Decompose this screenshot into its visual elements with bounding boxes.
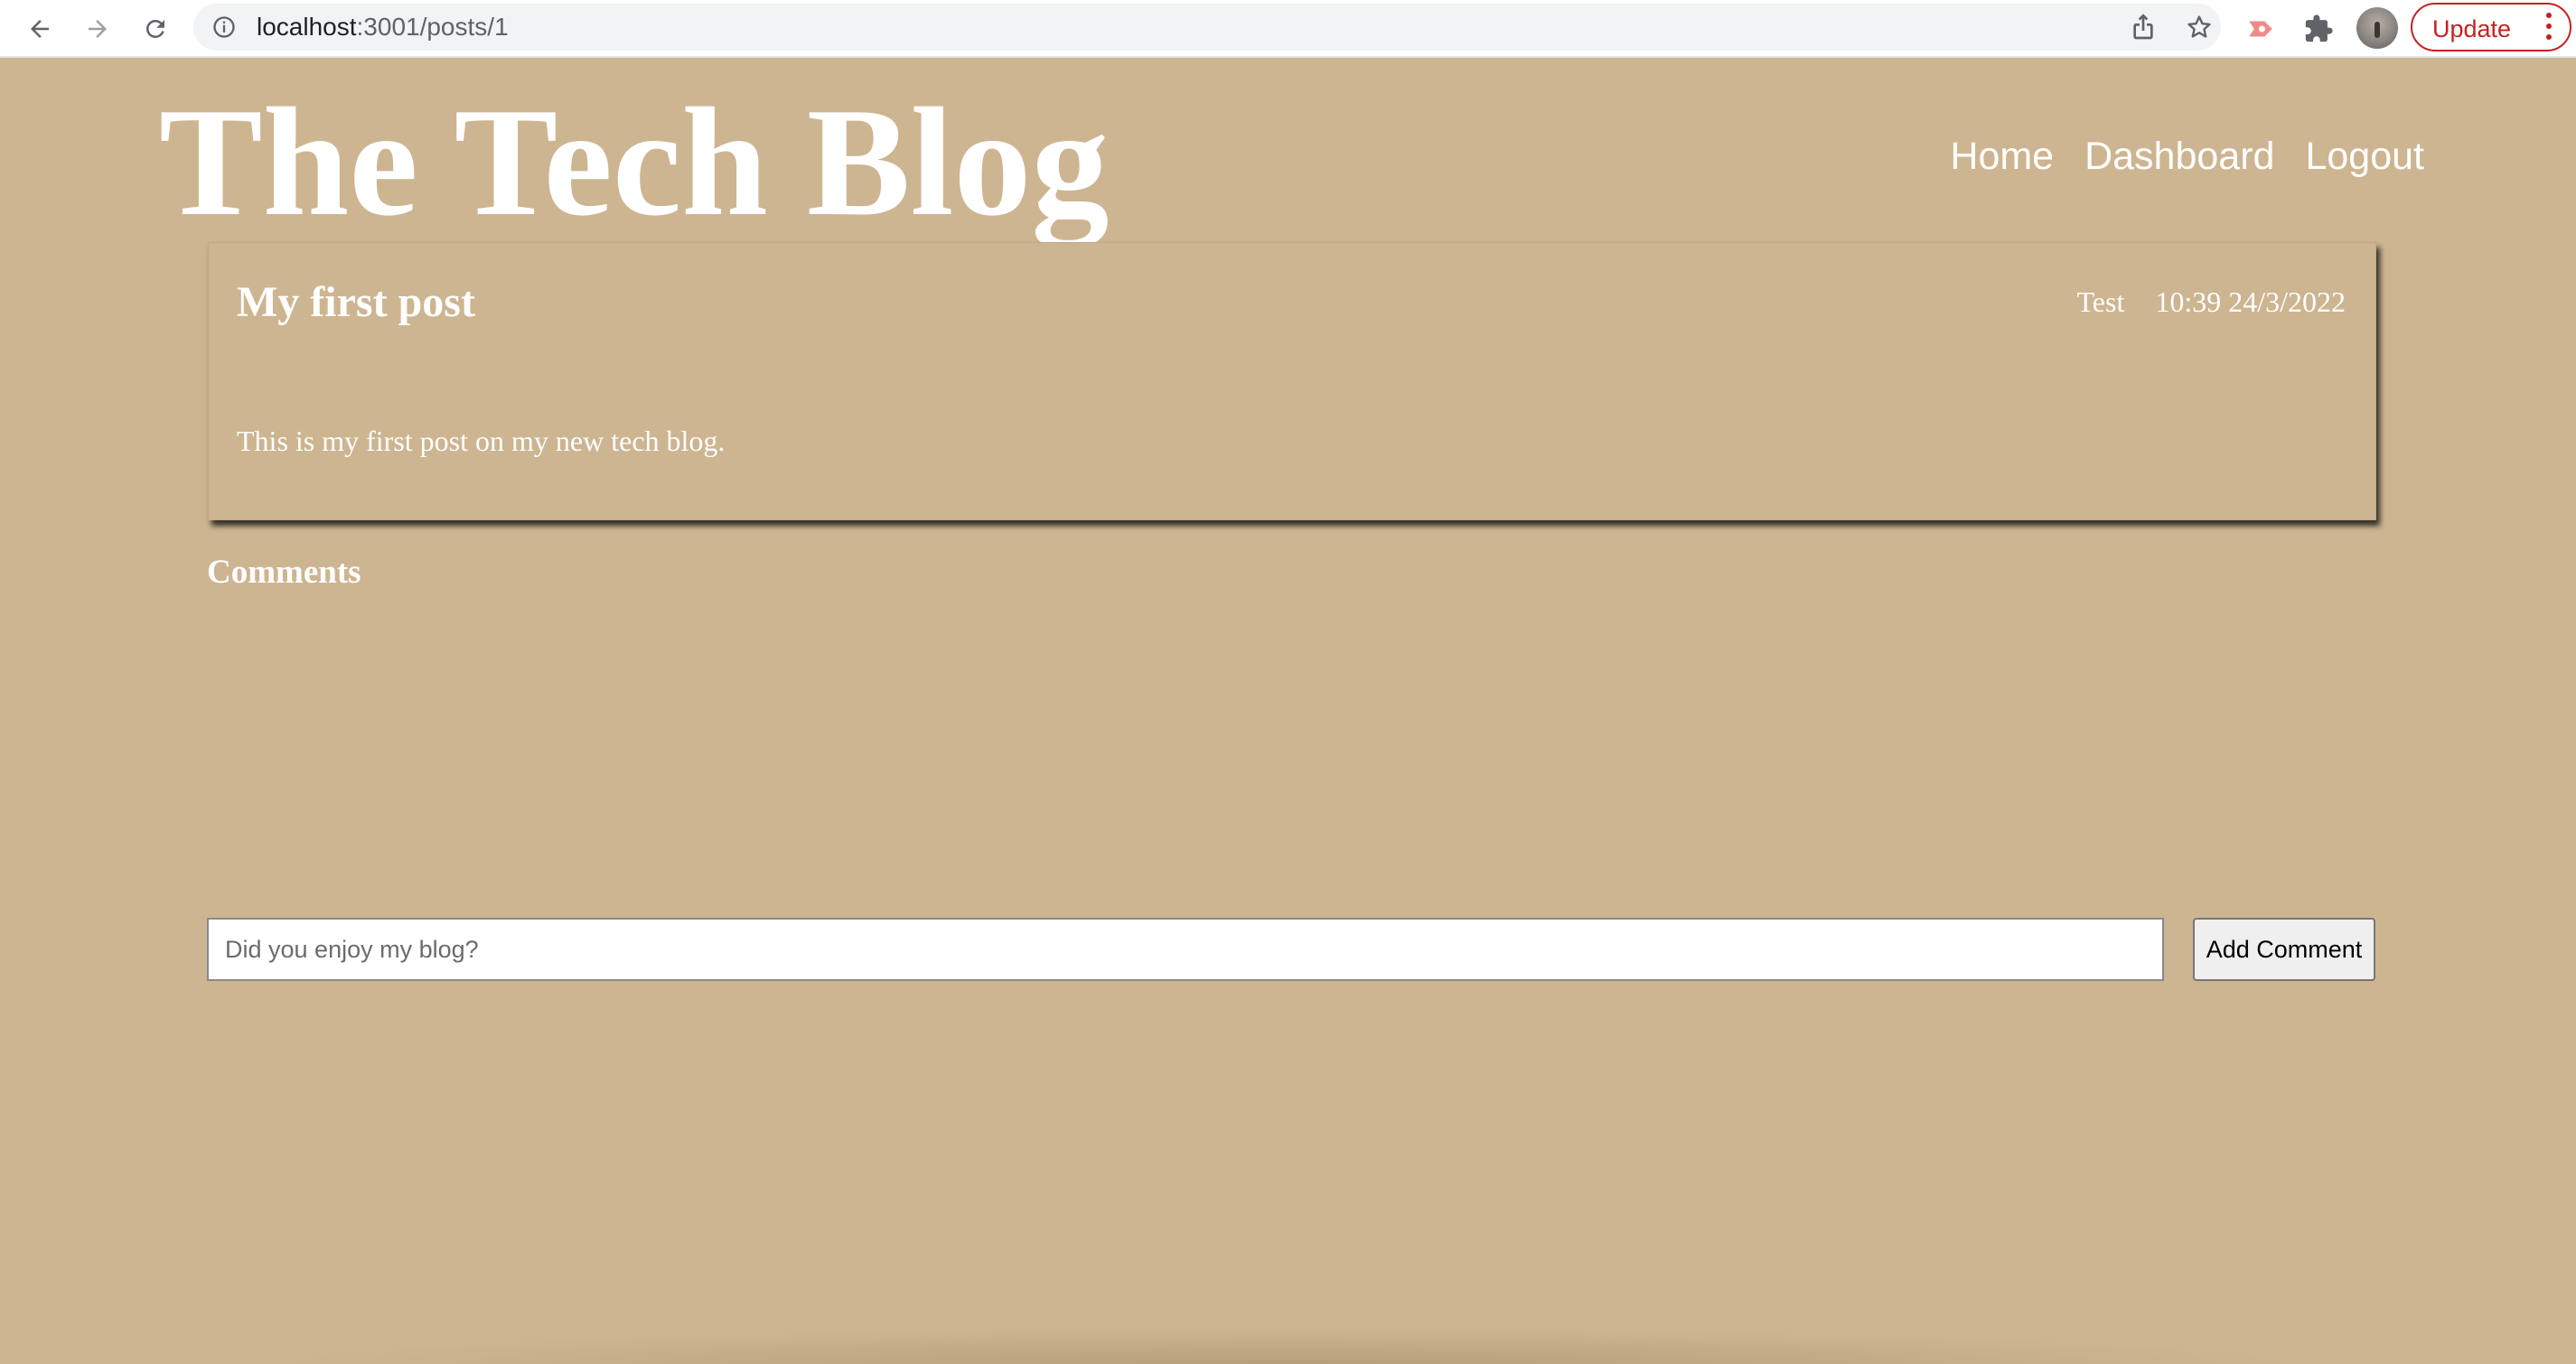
post-body: This is my first post on my new tech blo…	[237, 425, 726, 457]
site-info-icon[interactable]	[211, 14, 237, 40]
nav-dashboard-link[interactable]: Dashboard	[2084, 134, 2274, 179]
nav-home-link[interactable]: Home	[1950, 134, 2054, 179]
browser-toolbar: localhost:3001/posts/1 Update	[0, 0, 2576, 58]
post-meta: Test 10:39 24/3/2022	[2076, 285, 2346, 319]
arrow-left-icon	[31, 20, 49, 38]
more-vert-icon[interactable]	[2546, 13, 2553, 45]
update-button[interactable]: Update	[2411, 3, 2571, 51]
post-author: Test	[2076, 285, 2125, 318]
profile-avatar[interactable]	[2356, 7, 2398, 49]
share-icon[interactable]	[2129, 13, 2158, 42]
bottom-shade	[271, 1328, 2304, 1364]
add-comment-button[interactable]: Add Comment	[2193, 918, 2375, 981]
bookmark-star-icon[interactable]	[2185, 13, 2214, 42]
back-button[interactable]	[18, 7, 61, 51]
post-card: My first post Test 10:39 24/3/2022 This …	[208, 242, 2376, 520]
post-title: My first post	[237, 278, 475, 326]
address-bar[interactable]: localhost:3001/posts/1	[193, 4, 2221, 51]
url-text: localhost:3001/posts/1	[257, 13, 509, 41]
arrow-right-icon	[89, 20, 107, 38]
extensions-puzzle-icon[interactable]	[2300, 11, 2337, 47]
comment-input[interactable]	[207, 918, 2164, 981]
nav-logout-link[interactable]: Logout	[2305, 134, 2424, 179]
site-nav: Home Dashboard Logout	[1950, 134, 2424, 179]
reload-button[interactable]	[134, 7, 177, 51]
post-date: 10:39 24/3/2022	[2155, 285, 2346, 318]
comments-heading: Comments	[207, 554, 361, 591]
forward-button[interactable]	[76, 7, 119, 51]
reload-icon	[146, 20, 164, 38]
site-title: The Tech Blog	[159, 77, 1110, 248]
update-label: Update	[2432, 15, 2512, 42]
extension-record-icon[interactable]	[2243, 11, 2279, 47]
